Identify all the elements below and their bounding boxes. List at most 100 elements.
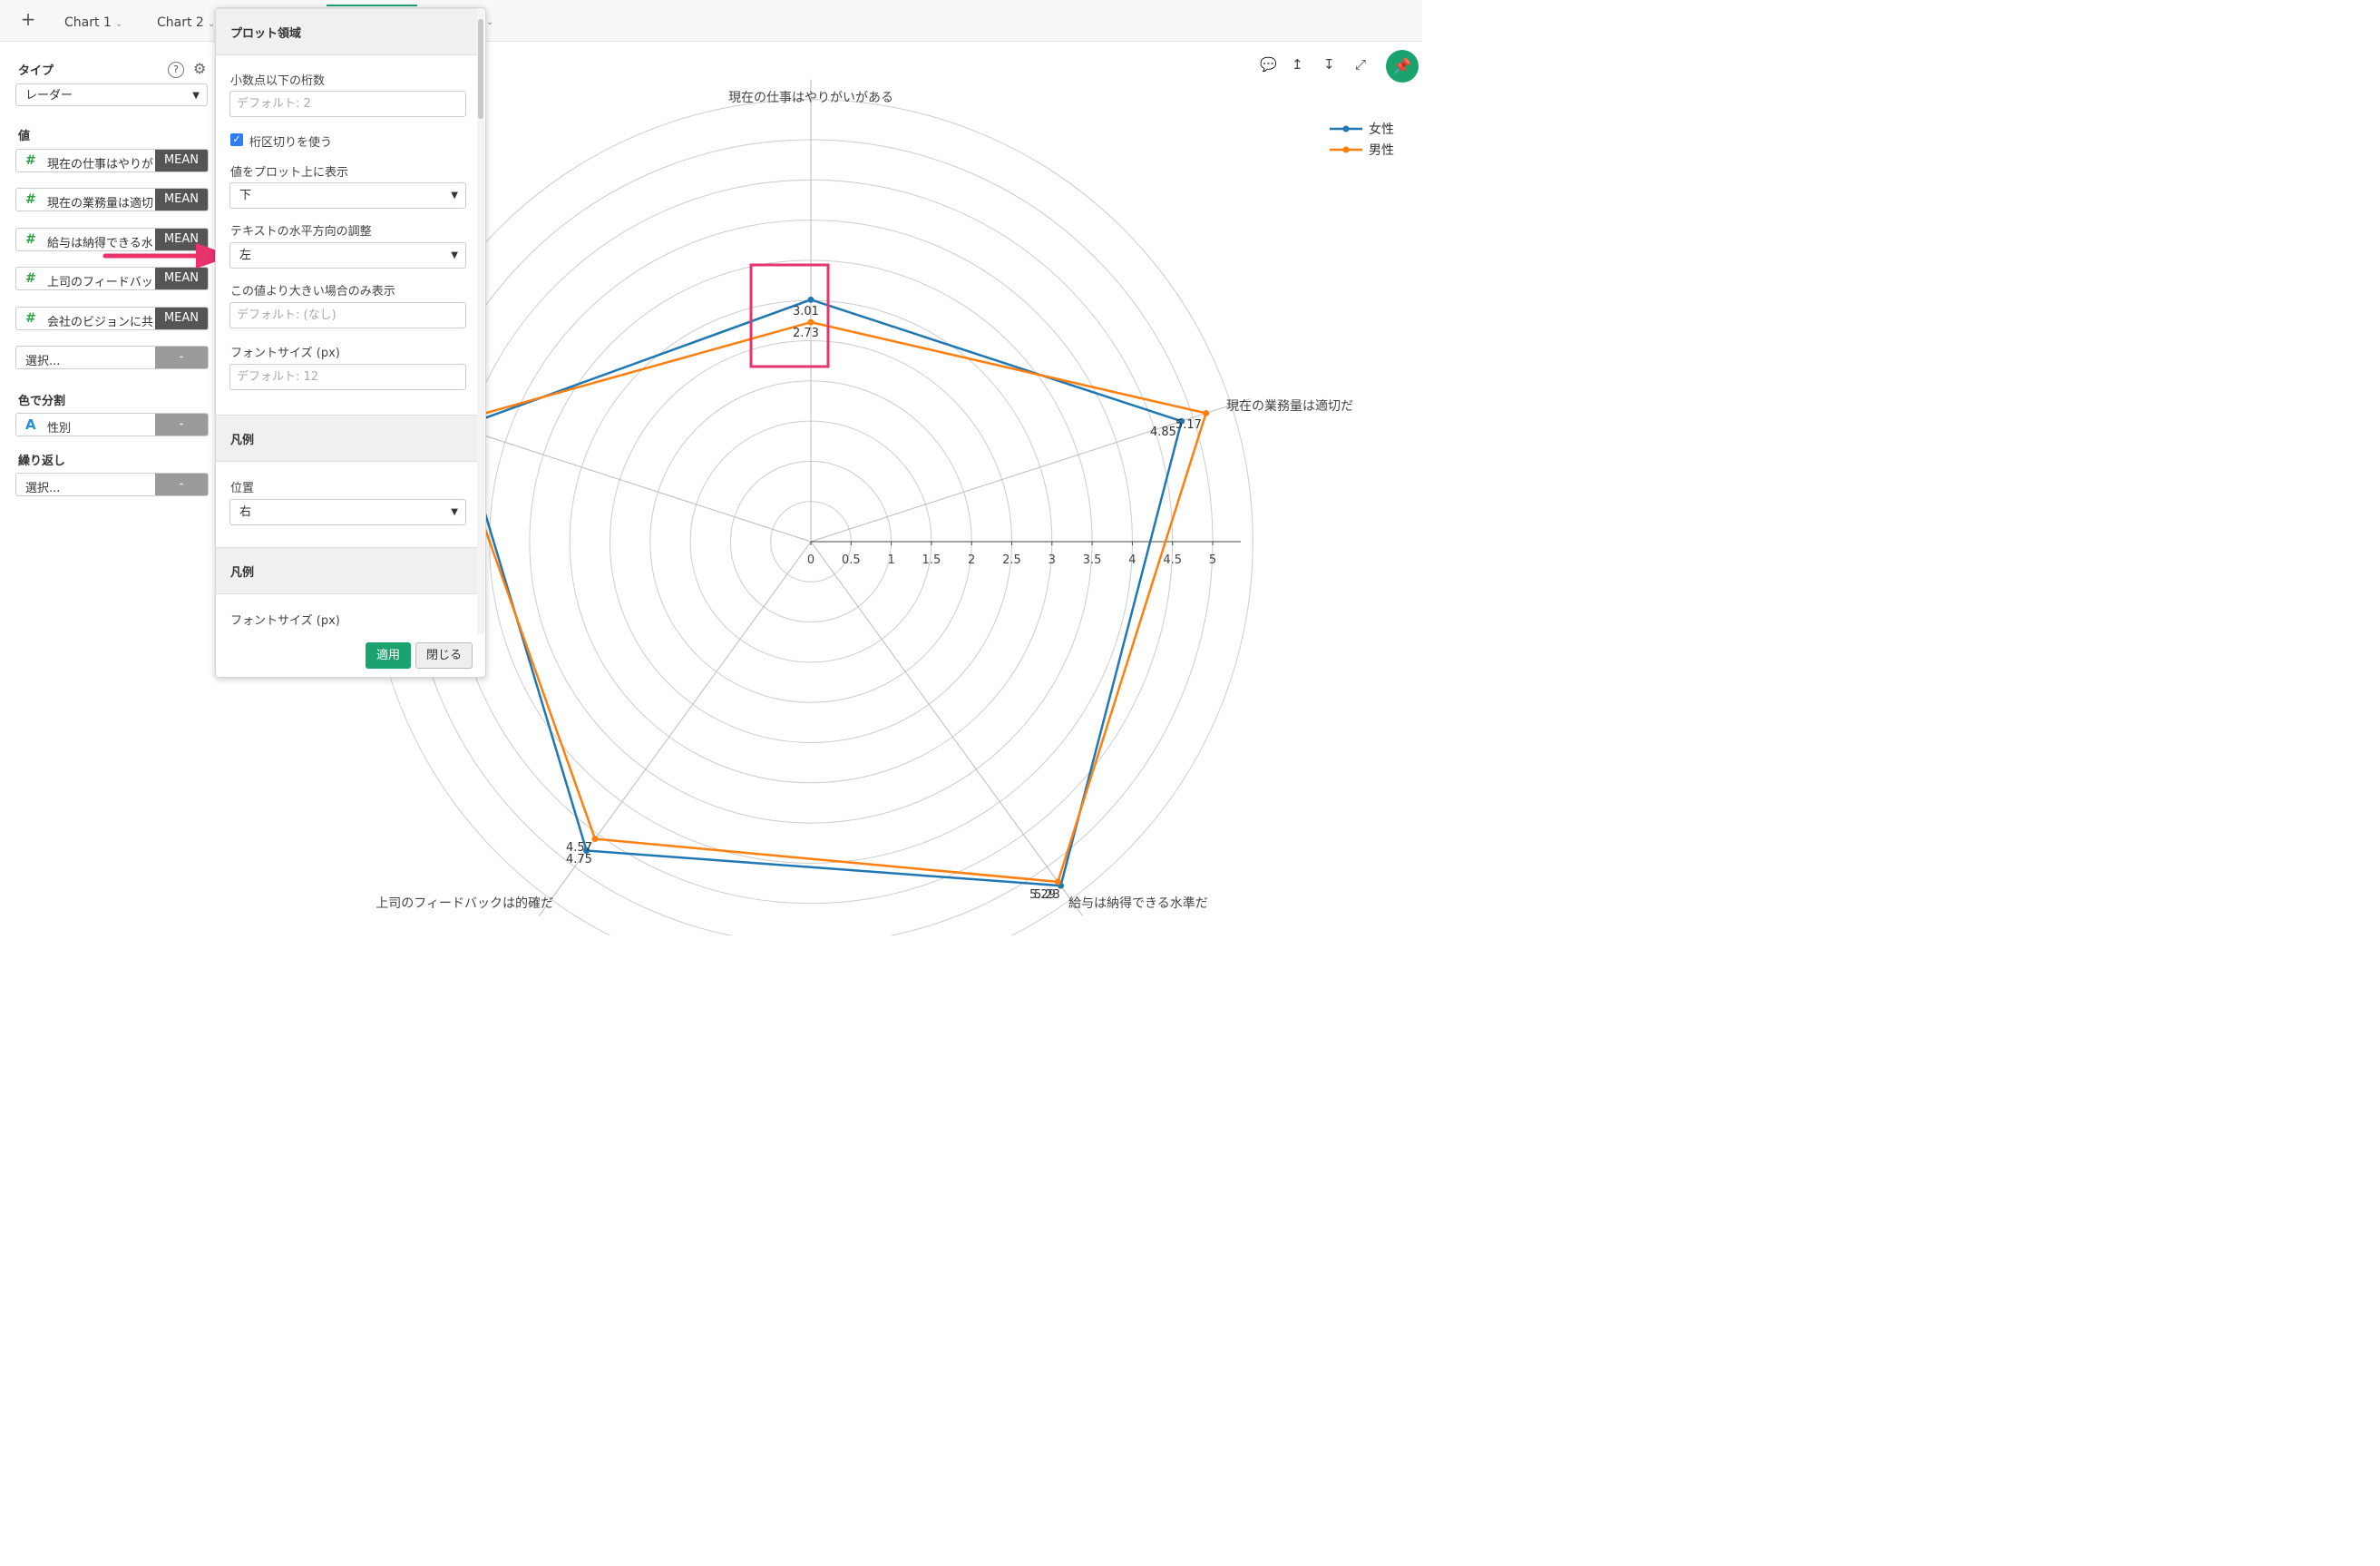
numeric-icon: # xyxy=(25,192,36,207)
chart-type-select[interactable]: レーダー ▼ xyxy=(15,83,208,106)
data-point xyxy=(591,836,599,843)
numeric-icon: # xyxy=(25,271,36,286)
separator-checkbox[interactable]: ✓ xyxy=(230,133,243,146)
value-item[interactable]: # 現在の仕事はやりが MEAN xyxy=(15,149,209,172)
download-icon[interactable]: ↧ xyxy=(1323,56,1335,73)
axis-label: 現在の業務量は適切だ xyxy=(1226,398,1353,414)
legend-position-select[interactable]: 右 ▼ xyxy=(229,499,466,525)
remove-button[interactable]: - xyxy=(155,347,208,368)
numeric-icon: # xyxy=(25,311,36,326)
halign-value: 左 xyxy=(239,249,252,262)
show-values-value: 下 xyxy=(239,189,252,202)
add-chart-button[interactable]: + xyxy=(18,9,38,29)
caret-down-icon: ▼ xyxy=(451,507,458,517)
chart-type-value: レーダー xyxy=(25,89,73,103)
apply-button[interactable]: 適用 xyxy=(366,642,411,669)
legend-marker xyxy=(1342,125,1350,132)
halign-label: テキストの水平方向の調整 xyxy=(230,225,372,239)
data-point xyxy=(807,296,814,303)
halign-select[interactable]: 左 ▼ xyxy=(229,242,466,269)
tick-label: 2 xyxy=(968,553,975,567)
tick-label: 3 xyxy=(1049,553,1056,567)
data-label: 5.17 xyxy=(1175,418,1202,432)
caret-down-icon: ▼ xyxy=(192,91,200,101)
position-label: 位置 xyxy=(230,482,255,495)
tick-label: 0.5 xyxy=(842,553,861,567)
tick-label: 4 xyxy=(1128,553,1136,567)
tick-label: 5 xyxy=(1209,553,1216,567)
tick-label: 1.5 xyxy=(922,553,941,567)
data-point xyxy=(1203,409,1210,416)
section-title: 凡例 xyxy=(230,566,255,580)
section-title: 凡例 xyxy=(230,434,255,447)
threshold-label: この値より大きい場合のみ表示 xyxy=(230,285,395,299)
value-add-select[interactable]: 選択... - xyxy=(15,346,209,369)
chevron-down-icon: ⌄ xyxy=(207,19,216,29)
close-button[interactable]: 閉じる xyxy=(415,642,473,669)
tab-chart-1[interactable]: Chart 1 ⌄ xyxy=(64,15,122,30)
aggregation-button[interactable]: MEAN xyxy=(155,189,208,210)
tick-label: 0 xyxy=(807,553,814,567)
aggregation-button[interactable]: MEAN xyxy=(155,150,208,171)
color-split-label: 色で分割 xyxy=(18,395,66,408)
repeat-select[interactable]: 選択... - xyxy=(15,473,209,496)
data-label: 2.73 xyxy=(793,327,819,340)
section-header: 凡例 xyxy=(216,547,479,594)
decimals-input[interactable]: デフォルト: 2 xyxy=(229,91,466,117)
value-item-label: 現在の業務量は適切 xyxy=(47,197,154,210)
data-label: 3.01 xyxy=(793,305,819,318)
tab-bar: + Chart 1 ⌄ Chart 2 ⌄ ⌄ xyxy=(0,0,1422,42)
fontsize-label: フォントサイズ (px) xyxy=(230,347,340,360)
sidebar: タイプ ? ⚙ レーダー ▼ 値 # 現在の仕事はやりが MEAN # 現在の業… xyxy=(0,42,214,935)
axis-label: 現在の仕事はやりがいがある xyxy=(728,91,893,105)
help-icon[interactable]: ? xyxy=(168,62,184,78)
numeric-icon: # xyxy=(25,232,36,247)
remove-button[interactable]: - xyxy=(155,474,208,495)
legend-fontsize-label: フォントサイズ (px) xyxy=(230,614,340,628)
pin-button[interactable]: 📌 xyxy=(1386,50,1419,83)
legend-label: 男性 xyxy=(1369,143,1394,158)
section-header: 凡例 xyxy=(216,415,479,462)
tick-label: 3.5 xyxy=(1083,553,1102,567)
aggregation-button[interactable]: MEAN xyxy=(155,308,208,329)
fontsize-input[interactable]: デフォルト: 12 xyxy=(229,364,466,390)
data-label: 4.85 xyxy=(1150,426,1176,439)
repeat-value: 選択... xyxy=(25,482,61,495)
select-placeholder: 選択... xyxy=(25,355,61,368)
expand-icon[interactable]: ⤢ xyxy=(1355,56,1366,73)
value-item-label: 会社のビジョンに共 xyxy=(47,316,154,329)
tab-label: Chart 1 xyxy=(64,15,112,30)
chevron-down-icon: ⌄ xyxy=(114,19,123,29)
gear-icon[interactable]: ⚙ xyxy=(193,60,206,77)
show-values-select[interactable]: 下 ▼ xyxy=(229,182,466,209)
series-line xyxy=(457,298,1184,887)
tab-label: Chart 2 xyxy=(157,15,204,30)
panel-scrollbar[interactable] xyxy=(477,8,484,634)
separator-label: 桁区切りを使う xyxy=(249,136,333,150)
data-point xyxy=(807,318,814,326)
upload-icon[interactable]: ↥ xyxy=(1292,56,1303,73)
tab-chart-2[interactable]: Chart 2 ⌄ xyxy=(157,15,215,30)
chevron-down-icon[interactable]: ⌄ xyxy=(486,17,493,27)
text-type-icon: A xyxy=(25,416,36,433)
value-item[interactable]: # 現在の業務量は適切 MEAN xyxy=(15,188,209,211)
value-item[interactable]: # 会社のビジョンに共 MEAN xyxy=(15,307,209,330)
tick-label: 1 xyxy=(887,553,894,567)
axis-label: 給与は納得できる水準だ xyxy=(1068,896,1208,911)
pin-icon: 📌 xyxy=(1393,57,1411,74)
threshold-input[interactable]: デフォルト: (なし) xyxy=(229,302,466,328)
data-label: 4.75 xyxy=(566,853,592,866)
value-item-label: 現在の仕事はやりが xyxy=(47,158,154,171)
decimals-label: 小数点以下の桁数 xyxy=(230,74,326,88)
series-line xyxy=(446,320,1208,884)
section-title: プロット領域 xyxy=(230,27,302,41)
section-header: プロット領域 xyxy=(216,8,479,55)
color-split-select[interactable]: A 性別 - xyxy=(15,413,209,436)
comment-icon[interactable]: 💬 xyxy=(1260,56,1277,73)
color-split-value: 性別 xyxy=(47,422,72,436)
scrollbar-thumb[interactable] xyxy=(478,19,483,119)
active-tab-indicator xyxy=(327,5,417,6)
axis-spoke xyxy=(810,541,1083,916)
show-values-label: 値をプロット上に表示 xyxy=(230,166,349,180)
remove-button[interactable]: - xyxy=(155,414,208,436)
